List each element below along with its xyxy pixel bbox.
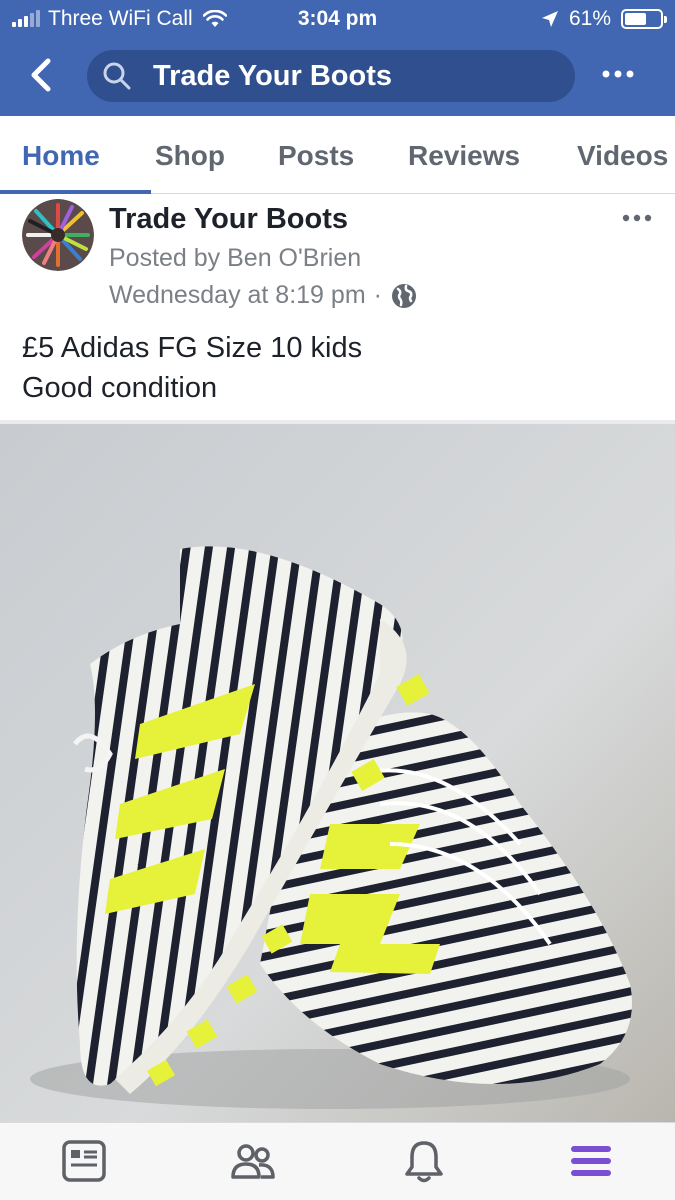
- tab-posts[interactable]: Posts: [278, 140, 354, 172]
- search-row: Trade Your Boots: [0, 46, 675, 104]
- menu-icon[interactable]: [567, 1137, 615, 1185]
- globe-icon: [391, 283, 416, 308]
- status-bar: Three WiFi Call 3:04 pm 61%: [0, 0, 675, 36]
- tab-reviews[interactable]: Reviews: [408, 140, 520, 172]
- friends-icon[interactable]: [229, 1137, 277, 1185]
- separator-dot: ·: [373, 281, 382, 309]
- search-input[interactable]: Trade Your Boots: [87, 50, 575, 102]
- post-timestamp-row: Wednesday at 8:19 pm ·: [109, 281, 418, 310]
- post-page-name[interactable]: Trade Your Boots: [109, 203, 348, 236]
- notifications-bell-icon[interactable]: [400, 1137, 448, 1185]
- back-chevron-icon[interactable]: [26, 57, 58, 93]
- post-timestamp[interactable]: Wednesday at 8:19 pm: [109, 281, 366, 310]
- bottom-nav: [0, 1122, 675, 1200]
- football-boots-photo[interactable]: [0, 424, 675, 1122]
- battery-fill: [625, 13, 646, 25]
- search-text: Trade Your Boots: [153, 59, 393, 92]
- post-text-line: Good condition: [22, 372, 218, 404]
- tab-videos[interactable]: Videos: [577, 140, 668, 172]
- post-author: Posted by Ben O'Brien: [109, 244, 362, 272]
- more-icon[interactable]: [601, 64, 635, 84]
- status-right: 61%: [541, 7, 667, 31]
- page-tabs: Home Shop Posts Reviews Videos: [0, 116, 675, 194]
- battery-icon: [621, 9, 667, 29]
- post-text: £5 Adidas FG Size 10 kids Good condition: [22, 328, 362, 408]
- post-more-icon[interactable]: [621, 212, 653, 224]
- post-text-line: £5 Adidas FG Size 10 kids: [22, 332, 363, 364]
- active-tab-indicator: [0, 190, 151, 194]
- tab-shop[interactable]: Shop: [155, 140, 225, 172]
- search-icon: [103, 62, 131, 90]
- avatar[interactable]: [22, 199, 94, 271]
- top-bar: Three WiFi Call 3:04 pm 61% Trade Your B…: [0, 0, 675, 116]
- news-feed-icon[interactable]: [60, 1137, 108, 1185]
- tab-home[interactable]: Home: [22, 140, 100, 172]
- location-arrow-icon: [541, 11, 558, 27]
- battery-percent: 61%: [568, 7, 611, 30]
